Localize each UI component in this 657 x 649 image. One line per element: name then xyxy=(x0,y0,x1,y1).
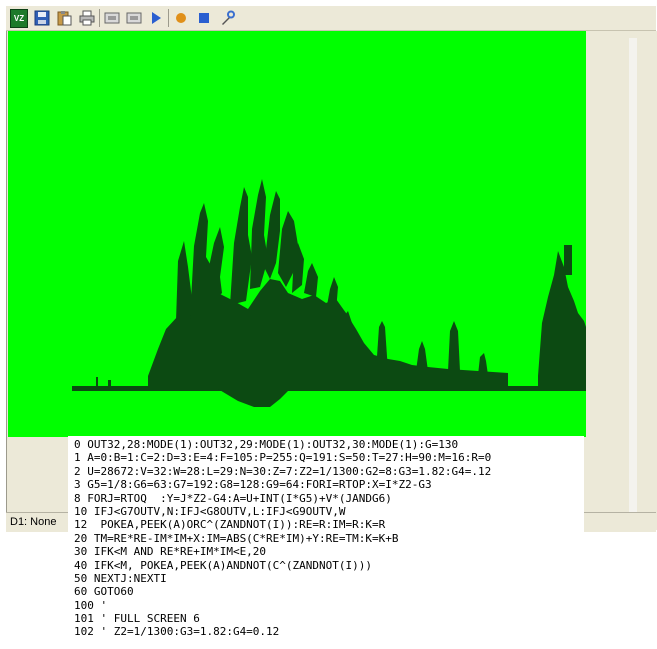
code-line: 3 G5=1/8:G6=63:G7=192:G8=128:G9=64:FORI=… xyxy=(74,478,432,492)
code-line: 8 FORJ=RTOQ :Y=J*Z2-G4:A=U+INT(I*G5)+V*(… xyxy=(74,491,392,505)
basic-listing: 0 OUT32,28:MODE(1):OUT32,29:MODE(1):OUT3… xyxy=(74,438,491,639)
tools-icon xyxy=(222,10,235,25)
vz-logo-icon: VZ xyxy=(10,8,28,28)
emulator-screen xyxy=(8,31,586,437)
tape-icon xyxy=(126,12,142,24)
code-line: 50 NEXTJ:NEXTI xyxy=(74,571,167,585)
paste-button[interactable] xyxy=(55,9,73,27)
tape-save-button[interactable] xyxy=(125,9,143,27)
fractal-silhouette xyxy=(72,179,586,407)
code-line: 101 ' FULL SCREEN 6 xyxy=(74,612,200,626)
save-button[interactable] xyxy=(33,9,51,27)
vz-logo-button[interactable]: VZ xyxy=(10,8,28,28)
vertical-scrollbar[interactable] xyxy=(629,38,637,512)
save-icon xyxy=(34,10,50,26)
tape-load-button[interactable] xyxy=(103,9,121,27)
code-line: 60 GOTO60 xyxy=(74,585,134,599)
play-icon xyxy=(152,12,161,24)
code-line: 102 ' Z2=1/1300:G3=1.82:G4=0.12 xyxy=(74,625,280,639)
disk-status: D1: None xyxy=(10,516,57,528)
code-line: 12 POKEA,PEEK(A)ORC^(ZANDNOT(I)):RE=R:IM… xyxy=(74,518,386,532)
stop-icon xyxy=(199,13,209,23)
play-button[interactable] xyxy=(147,9,165,27)
code-line: 10 IFJ<G7OUTV,N:IFJ<G8OUTV,L:IFJ<G9OUTV,… xyxy=(74,504,346,518)
code-line: 30 IFK<M AND RE*RE+IM*IM<E,20 xyxy=(74,545,267,559)
record-button[interactable] xyxy=(172,9,190,27)
code-line: 0 OUT32,28:MODE(1):OUT32,29:MODE(1):OUT3… xyxy=(74,438,459,451)
paste-icon xyxy=(57,11,72,26)
code-line: 100 ' xyxy=(74,598,108,612)
code-line: 20 TM=RE*RE-IM*IM+X:IM=ABS(C*RE*IM)+Y:RE… xyxy=(74,531,399,545)
code-line: 40 IFK<M, POKEA,PEEK(A)ANDNOT(C^(ZANDNOT… xyxy=(74,558,373,572)
stop-button[interactable] xyxy=(195,9,213,27)
print-button[interactable] xyxy=(78,9,96,27)
code-line: 2 U=28672:V=32:W=28:L=29:N=30:Z=7:Z2=1/1… xyxy=(74,464,492,478)
code-line: 1 A=0:B=1:C=2:D=3:E=4:F=105:P=255:Q=191:… xyxy=(74,451,492,465)
print-icon xyxy=(79,10,95,26)
toolbar: VZ xyxy=(6,6,656,31)
tape-icon xyxy=(104,12,120,24)
record-icon xyxy=(176,13,186,23)
tools-button[interactable] xyxy=(218,9,236,27)
